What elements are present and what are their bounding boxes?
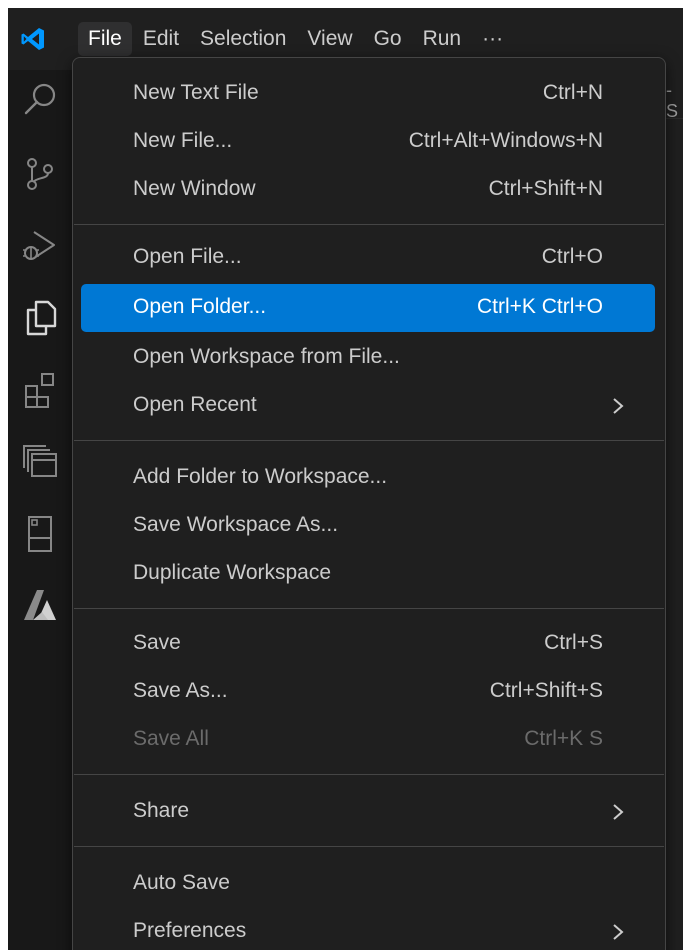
menu-separator: [74, 440, 664, 441]
menubar-go[interactable]: Go: [364, 22, 412, 56]
azure-icon[interactable]: [20, 584, 60, 624]
menu-separator: [74, 224, 664, 225]
menu-item-save[interactable]: Save Ctrl+S: [81, 620, 655, 668]
remote-explorer-icon[interactable]: [20, 442, 60, 482]
menu-item-preferences[interactable]: Preferences: [81, 908, 655, 950]
explorer-icon[interactable]: [20, 298, 60, 338]
menu-item-duplicate-workspace[interactable]: Duplicate Workspace: [81, 550, 655, 598]
menu-item-add-folder-to-workspace[interactable]: Add Folder to Workspace...: [81, 454, 655, 502]
menu-item-new-file[interactable]: New File... Ctrl+Alt+Windows+N: [81, 118, 655, 166]
menubar-run[interactable]: Run: [413, 22, 472, 56]
menubar-more[interactable]: ···: [472, 22, 513, 56]
menu-item-save-workspace-as[interactable]: Save Workspace As...: [81, 502, 655, 550]
menu-item-open-file[interactable]: Open File... Ctrl+O: [81, 234, 655, 282]
menu-item-new-text-file[interactable]: New Text File Ctrl+N: [81, 70, 655, 118]
chevron-right-icon: [607, 921, 629, 943]
menu-item-share[interactable]: Share: [81, 788, 655, 836]
menu-item-save-all: Save All Ctrl+K S: [133, 727, 603, 750]
chevron-right-icon: [607, 801, 629, 823]
testing-icon[interactable]: [20, 514, 60, 554]
menu-separator: [74, 774, 664, 775]
tab-partial-label: - S: [666, 80, 679, 121]
menu-item-auto-save[interactable]: Auto Save: [81, 860, 655, 908]
menu-item-open-folder[interactable]: Open Folder... Ctrl+K Ctrl+O: [81, 284, 655, 332]
menu-item-open-recent[interactable]: Open Recent: [81, 382, 655, 430]
menubar-file[interactable]: File: [78, 22, 132, 56]
menubar-selection[interactable]: Selection: [190, 22, 296, 56]
menu-item-save-as[interactable]: Save As... Ctrl+Shift+S: [81, 668, 655, 716]
run-debug-icon[interactable]: [20, 226, 60, 266]
search-icon[interactable]: [20, 80, 60, 120]
vscode-logo-icon[interactable]: [20, 26, 46, 52]
extensions-icon[interactable]: [20, 370, 60, 410]
menu-bar: File Edit Selection View Go Run ···: [78, 22, 514, 56]
chevron-right-icon: [607, 395, 629, 417]
file-menu: New Text File Ctrl+N New File... Ctrl+Al…: [72, 57, 666, 950]
menubar-view[interactable]: View: [297, 22, 362, 56]
vscode-window: File Edit Selection View Go Run ··· - S: [8, 8, 683, 950]
activity-bar: [8, 70, 72, 950]
menubar-edit[interactable]: Edit: [133, 22, 189, 56]
source-control-icon[interactable]: [20, 154, 60, 194]
menu-item-open-workspace-from-file[interactable]: Open Workspace from File...: [81, 334, 655, 382]
menu-separator: [74, 608, 664, 609]
menu-separator: [74, 846, 664, 847]
menu-item-new-window[interactable]: New Window Ctrl+Shift+N: [81, 166, 655, 214]
